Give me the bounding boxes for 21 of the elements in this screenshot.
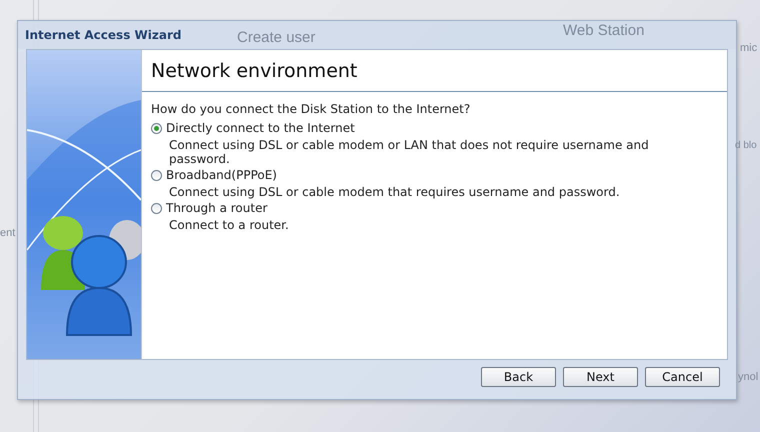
window-title: Internet Access Wizard xyxy=(25,28,182,42)
background-text: Web Station xyxy=(563,22,644,39)
radio-button[interactable] xyxy=(151,170,162,180)
radio-option[interactable]: Directly connect to the Internet xyxy=(151,121,718,135)
option-description: Connect using DSL or cable modem or LAN that does not require username and password. xyxy=(168,138,650,166)
wizard-button[interactable]: Back xyxy=(481,367,556,387)
background-text: Create user xyxy=(237,29,316,46)
background-text: d blo xyxy=(735,140,757,151)
option-description: Connect using DSL or cable modem that requires username and password. xyxy=(168,185,621,199)
wizard-button[interactable]: Cancel xyxy=(645,367,720,387)
option-description: Connect to a router. xyxy=(168,218,290,232)
background-text: ynol xyxy=(738,371,758,383)
page-heading: Network environment xyxy=(142,50,727,92)
wizard-button[interactable]: Next xyxy=(563,367,638,387)
background-text: ent xyxy=(0,227,16,239)
radio-button[interactable] xyxy=(151,122,162,134)
background-text: mic xyxy=(740,42,758,54)
question-text: How do you connect the Disk Station to the Internet? xyxy=(151,102,472,116)
radio-option[interactable]: Through a router xyxy=(151,201,718,215)
radio-option[interactable]: Broadband(PPPoE) xyxy=(151,168,718,182)
radio-button[interactable] xyxy=(151,202,162,214)
